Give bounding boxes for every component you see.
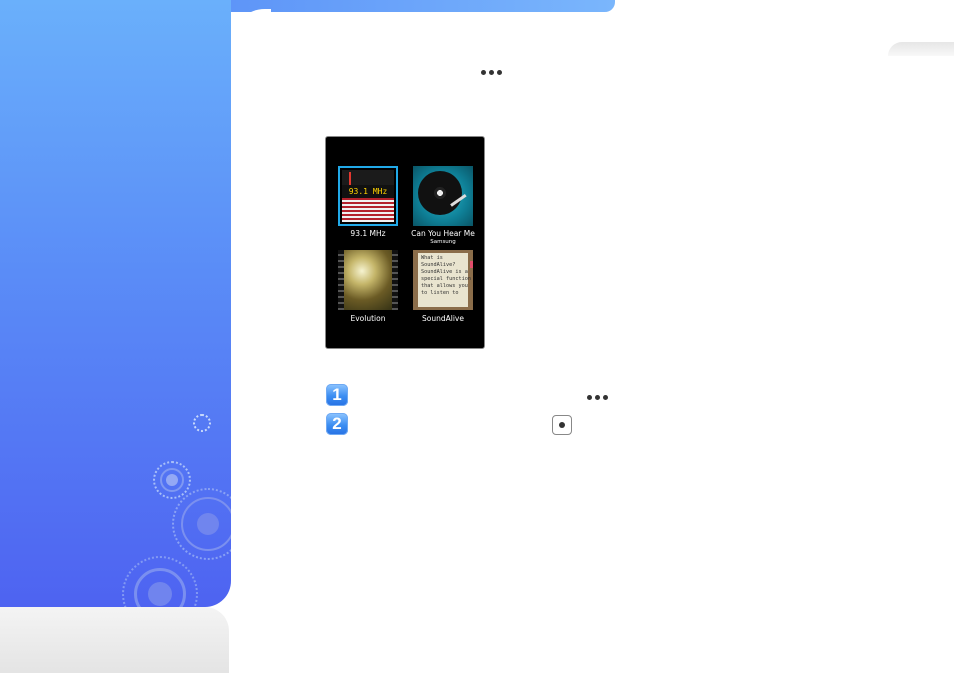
tile-text[interactable]: What is SoundAlive? SoundAlive is a spec…	[413, 250, 473, 310]
sidebar-footer	[0, 607, 229, 673]
decor-ring-icon	[166, 474, 178, 486]
tile-video[interactable]	[338, 250, 398, 310]
decor-ring-icon	[193, 414, 211, 432]
book-icon: What is SoundAlive? SoundAlive is a spec…	[413, 250, 473, 310]
top-band	[231, 0, 615, 12]
step-badge-2: 2	[326, 413, 348, 435]
step-badge-1: 1	[326, 384, 348, 406]
decor-ring-icon	[197, 513, 219, 535]
fm-radio-icon: 93.1 MHz	[342, 170, 394, 222]
tile-fm-radio[interactable]: 93.1 MHz	[338, 166, 398, 226]
tile-caption: SoundAlive	[422, 314, 464, 323]
tile-caption: 93.1 MHz	[350, 229, 386, 238]
book-page-text: What is SoundAlive? SoundAlive is a spec…	[418, 253, 471, 307]
select-button-icon	[552, 415, 572, 435]
decor-ring-icon	[148, 582, 172, 606]
film-icon	[338, 250, 398, 310]
tile-caption: Can You Hear Me	[411, 229, 475, 238]
tile-subcaption: Samsung	[430, 239, 456, 245]
page-tab	[888, 42, 954, 56]
vinyl-record-icon	[413, 166, 473, 226]
device-screen: 93.1 MHz 93.1 MHz Can You Hear Me Samsun…	[325, 136, 485, 349]
left-sidebar	[0, 0, 231, 607]
tile-caption: Evolution	[350, 314, 386, 323]
content-panel-corner	[231, 9, 271, 49]
more-options-icon	[481, 70, 502, 75]
more-options-icon	[587, 395, 608, 400]
radio-frequency-display: 93.1 MHz	[342, 185, 394, 198]
tile-music[interactable]	[413, 166, 473, 226]
